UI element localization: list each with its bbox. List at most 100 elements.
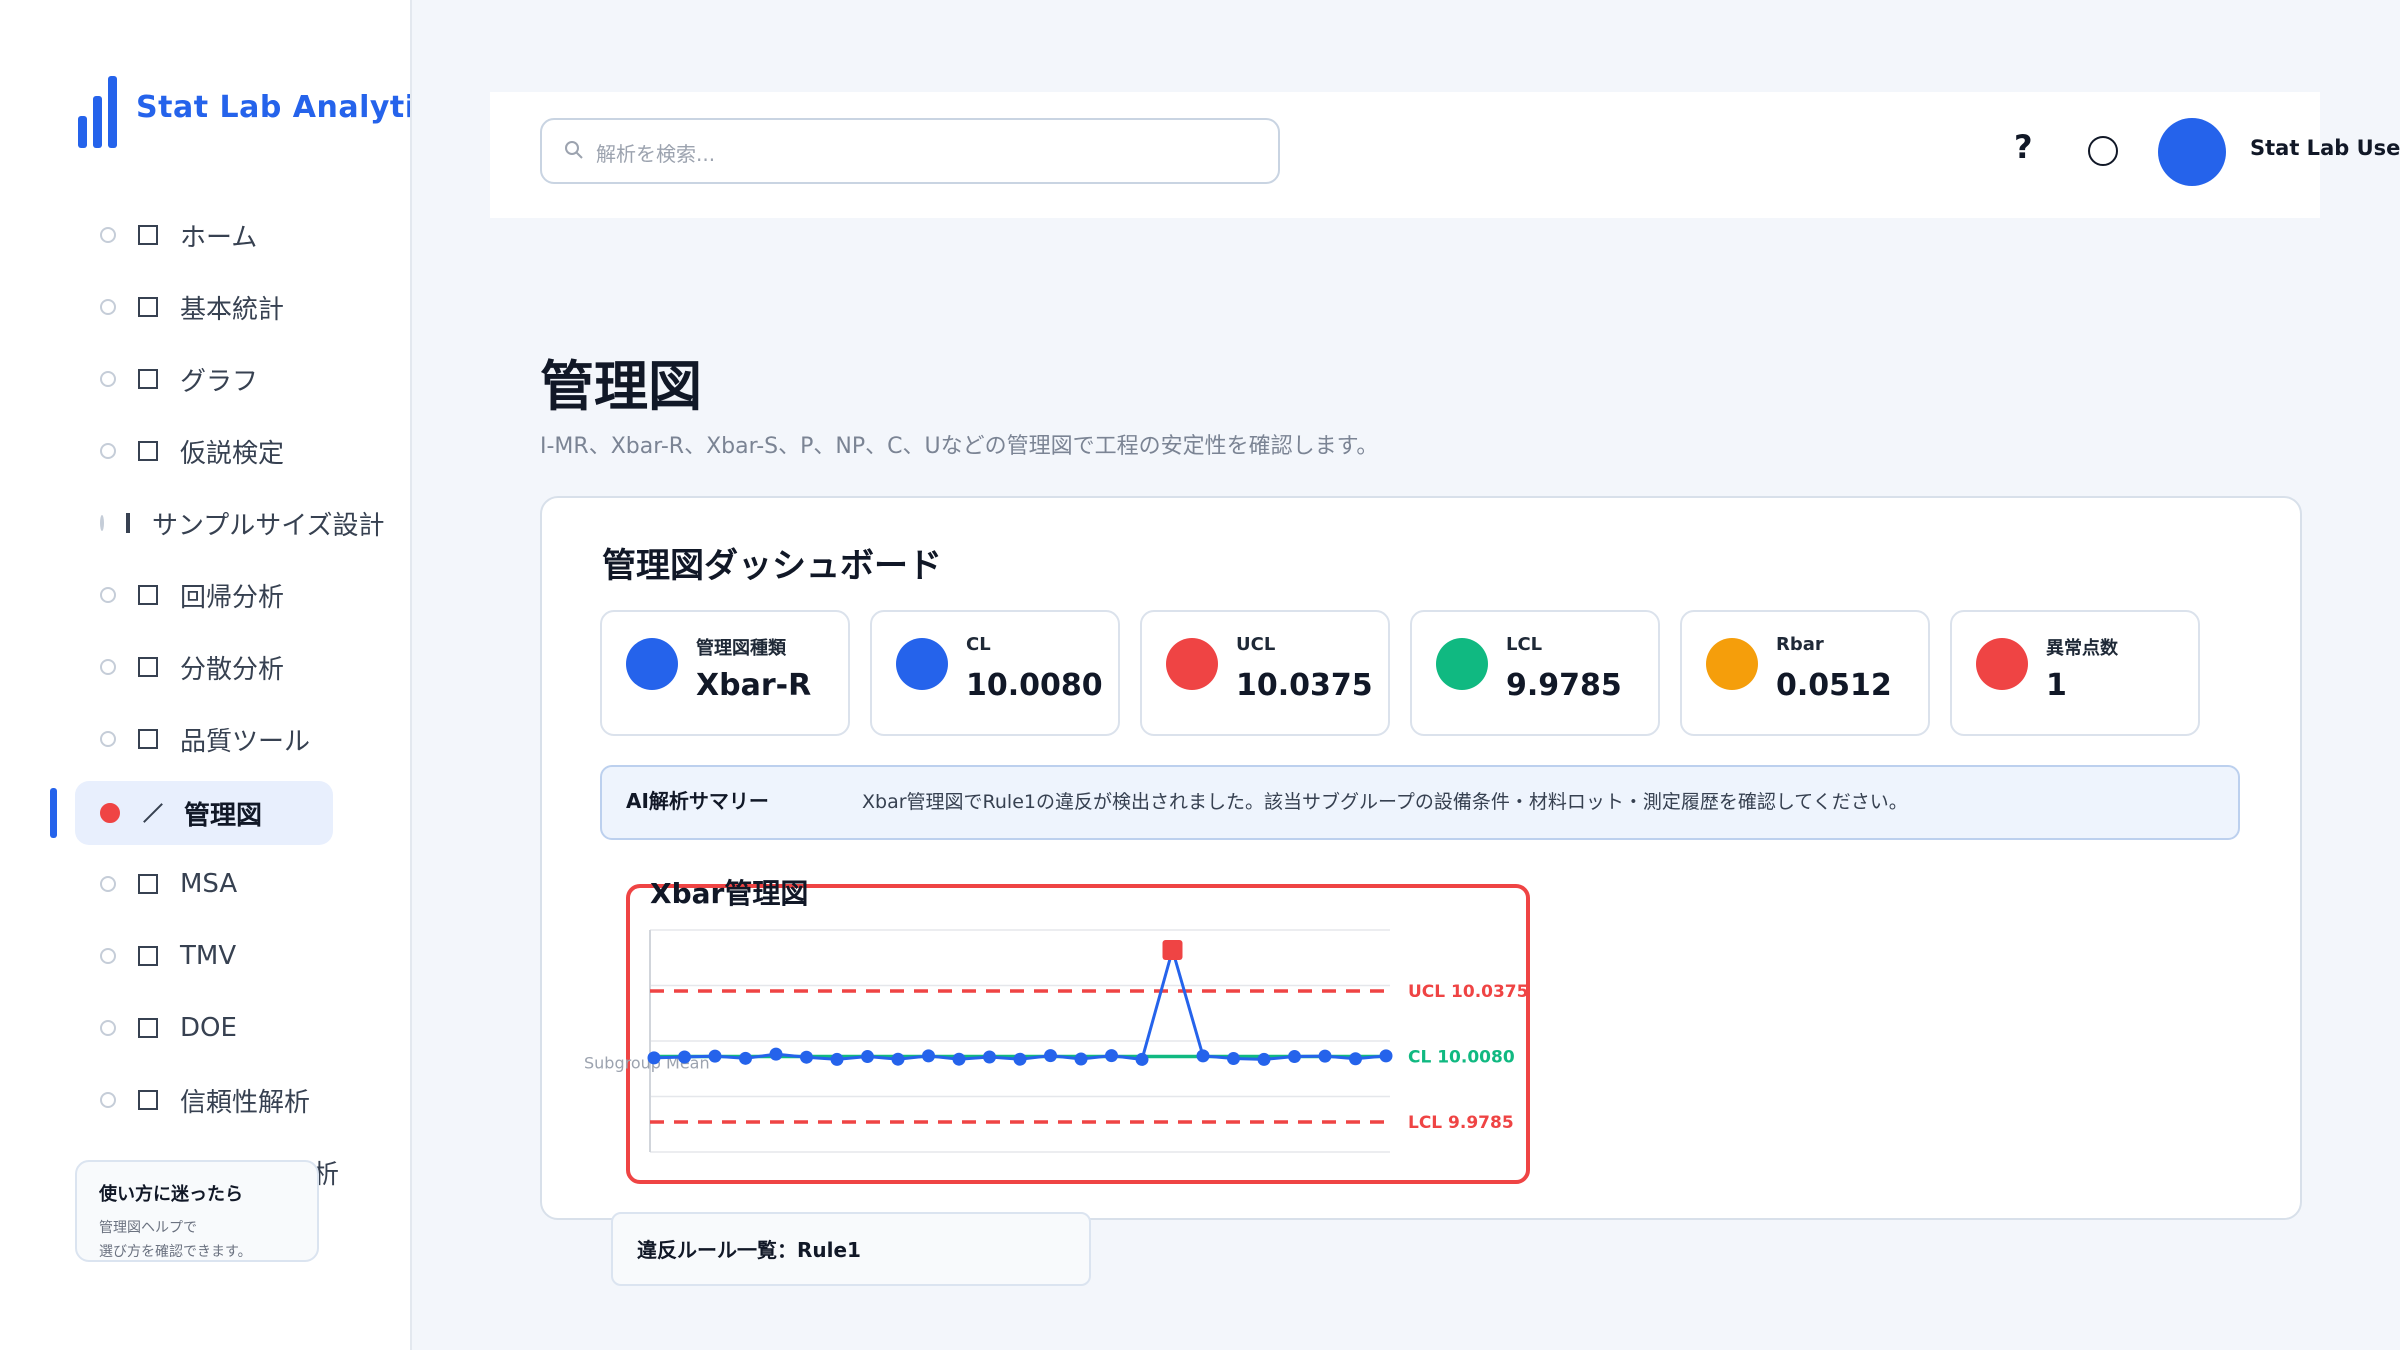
app-name: Stat Lab Analytics xyxy=(136,90,410,125)
data-point xyxy=(1349,1052,1362,1066)
sidebar-item-home[interactable]: ホーム xyxy=(75,203,333,267)
data-point xyxy=(1044,1049,1057,1063)
square-icon xyxy=(138,874,158,894)
data-point xyxy=(1257,1052,1271,1066)
search-icon xyxy=(565,141,583,159)
square-icon xyxy=(138,1018,158,1038)
data-point xyxy=(1196,1049,1210,1063)
square-icon xyxy=(138,441,158,461)
kpi-card-chart-type: 管理図種類 Xbar-R xyxy=(600,610,850,736)
sidebar-item-control-chart[interactable]: 管理図 xyxy=(75,781,333,845)
help-card[interactable]: 使い方に迷ったら 管理図ヘルプで 選び方を確認できます。 xyxy=(75,1160,319,1262)
status-dot-icon xyxy=(100,227,116,243)
kpi-label: 管理図種類 xyxy=(696,638,786,659)
status-dot-icon xyxy=(100,659,116,675)
kpi-card-ucl: UCL 10.0375 xyxy=(1140,610,1390,736)
data-point xyxy=(1379,1049,1393,1063)
sidebar-item-quality-tools[interactable]: 品質ツール xyxy=(75,707,333,771)
kpi-dot-icon xyxy=(1166,638,1218,690)
kpi-label: UCL xyxy=(1236,634,1276,655)
data-point xyxy=(1135,1052,1149,1066)
sidebar-item-label: 品質ツール xyxy=(180,726,311,757)
square-icon xyxy=(138,297,158,317)
kpi-card-cl: CL 10.0080 xyxy=(870,610,1120,736)
status-dot-icon xyxy=(100,731,116,747)
user-name[interactable]: Stat Lab User xyxy=(2250,136,2400,160)
help-icon[interactable]: ? xyxy=(2014,128,2033,166)
sidebar-item-label: DOE xyxy=(180,1013,237,1043)
data-point xyxy=(800,1050,813,1064)
square-icon xyxy=(138,729,158,749)
data-point xyxy=(983,1050,996,1064)
status-dot-icon xyxy=(100,299,116,315)
app-logo[interactable]: Stat Lab Analytics xyxy=(78,76,410,148)
sidebar-item-graph[interactable]: グラフ xyxy=(75,347,333,411)
kpi-label: 異常点数 xyxy=(2046,638,2118,659)
kpi-value: 0.0512 xyxy=(1776,668,1892,703)
square-icon xyxy=(126,513,130,533)
square-icon xyxy=(138,1090,158,1110)
help-card-line: 管理図ヘルプで xyxy=(99,1220,197,1236)
sidebar-item-doe[interactable]: DOE xyxy=(75,996,333,1060)
sidebar-item-label: TMV xyxy=(180,941,237,971)
sidebar-item-hypothesis-test[interactable]: 仮説検定 xyxy=(75,419,333,483)
sidebar-item-label: MSA xyxy=(180,869,238,899)
status-dot-icon xyxy=(100,371,116,387)
kpi-value: 10.0375 xyxy=(1236,668,1373,703)
sidebar-item-label: 管理図 xyxy=(184,800,263,831)
data-point xyxy=(647,1051,661,1065)
search-input[interactable]: 解析を検索... xyxy=(540,118,1280,184)
sidebar-item-sample-size[interactable]: サンプルサイズ設計 xyxy=(75,491,384,555)
data-point xyxy=(1105,1049,1118,1063)
active-indicator xyxy=(50,788,57,838)
sidebar-item-anova[interactable]: 分散分析 xyxy=(75,635,333,699)
xbar-control-chart: Subgroup MeanUCL 10.0375LCL 9.9785CL 10.… xyxy=(584,929,1528,1153)
kpi-card-lcl: LCL 9.9785 xyxy=(1410,610,1660,736)
kpi-card-rbar: Rbar 0.0512 xyxy=(1680,610,1930,736)
search-placeholder: 解析を検索... xyxy=(596,142,716,166)
data-point xyxy=(739,1051,752,1065)
sidebar-item-label: 分散分析 xyxy=(180,654,285,685)
square-icon xyxy=(138,369,158,389)
kpi-dot-icon xyxy=(626,638,678,690)
data-point xyxy=(861,1050,874,1064)
violation-rules-box: 違反ルール一覧：Rule1 xyxy=(611,1212,1091,1286)
avatar[interactable] xyxy=(2158,118,2226,186)
sidebar-item-regression[interactable]: 回帰分析 xyxy=(75,563,333,627)
help-card-line: 選び方を確認できます。 xyxy=(99,1244,252,1260)
data-point xyxy=(769,1047,783,1061)
sidebar-item-label: ホーム xyxy=(180,222,258,253)
dashboard-title: 管理図ダッシュボード xyxy=(602,546,942,586)
page-subtitle: I-MR、Xbar-R、Xbar-S、P、NP、C、Uなどの管理図で工程の安定性… xyxy=(540,434,1379,459)
sidebar-item-msa[interactable]: MSA xyxy=(75,852,333,916)
help-card-title: 使い方に迷ったら xyxy=(99,1184,243,1205)
status-dot-icon xyxy=(100,948,116,964)
help-card-text: 管理図ヘルプで 選び方を確認できます。 xyxy=(99,1216,317,1264)
data-point xyxy=(1318,1049,1332,1063)
data-point xyxy=(830,1052,844,1066)
status-dot-icon xyxy=(100,1092,116,1108)
data-point xyxy=(1013,1052,1027,1066)
data-point xyxy=(1227,1052,1240,1066)
kpi-value: 10.0080 xyxy=(966,668,1103,703)
sidebar-item-label: 基本統計 xyxy=(180,294,285,325)
status-dot-icon xyxy=(100,876,116,892)
sidebar-item-reliability[interactable]: 信頼性解析 xyxy=(75,1068,333,1132)
data-point xyxy=(678,1050,691,1064)
sidebar-item-label: 仮説検定 xyxy=(180,438,285,469)
sidebar-item-label: グラフ xyxy=(180,366,259,397)
lcl-label: LCL 9.9785 xyxy=(1408,1113,1514,1133)
status-dot-icon xyxy=(100,1020,116,1036)
kpi-label: CL xyxy=(966,634,991,655)
sidebar: Stat Lab Analytics ホーム 基本統計 グラフ 仮説検定 サンプ… xyxy=(0,0,412,1350)
square-icon xyxy=(138,657,158,677)
center-line-label: CL 10.0080 xyxy=(1408,1048,1515,1068)
kpi-label: Rbar xyxy=(1776,634,1824,655)
sidebar-item-tmv[interactable]: TMV xyxy=(75,924,333,988)
ai-summary-text: Xbar管理図でRule1の違反が検出されました。該当サブグループの設備条件・材… xyxy=(862,791,1908,813)
data-point xyxy=(891,1052,905,1066)
sidebar-item-basic-stats[interactable]: 基本統計 xyxy=(75,275,333,339)
data-point xyxy=(1288,1050,1301,1064)
notification-icon[interactable] xyxy=(2088,136,2118,166)
status-dot-icon xyxy=(100,587,116,603)
